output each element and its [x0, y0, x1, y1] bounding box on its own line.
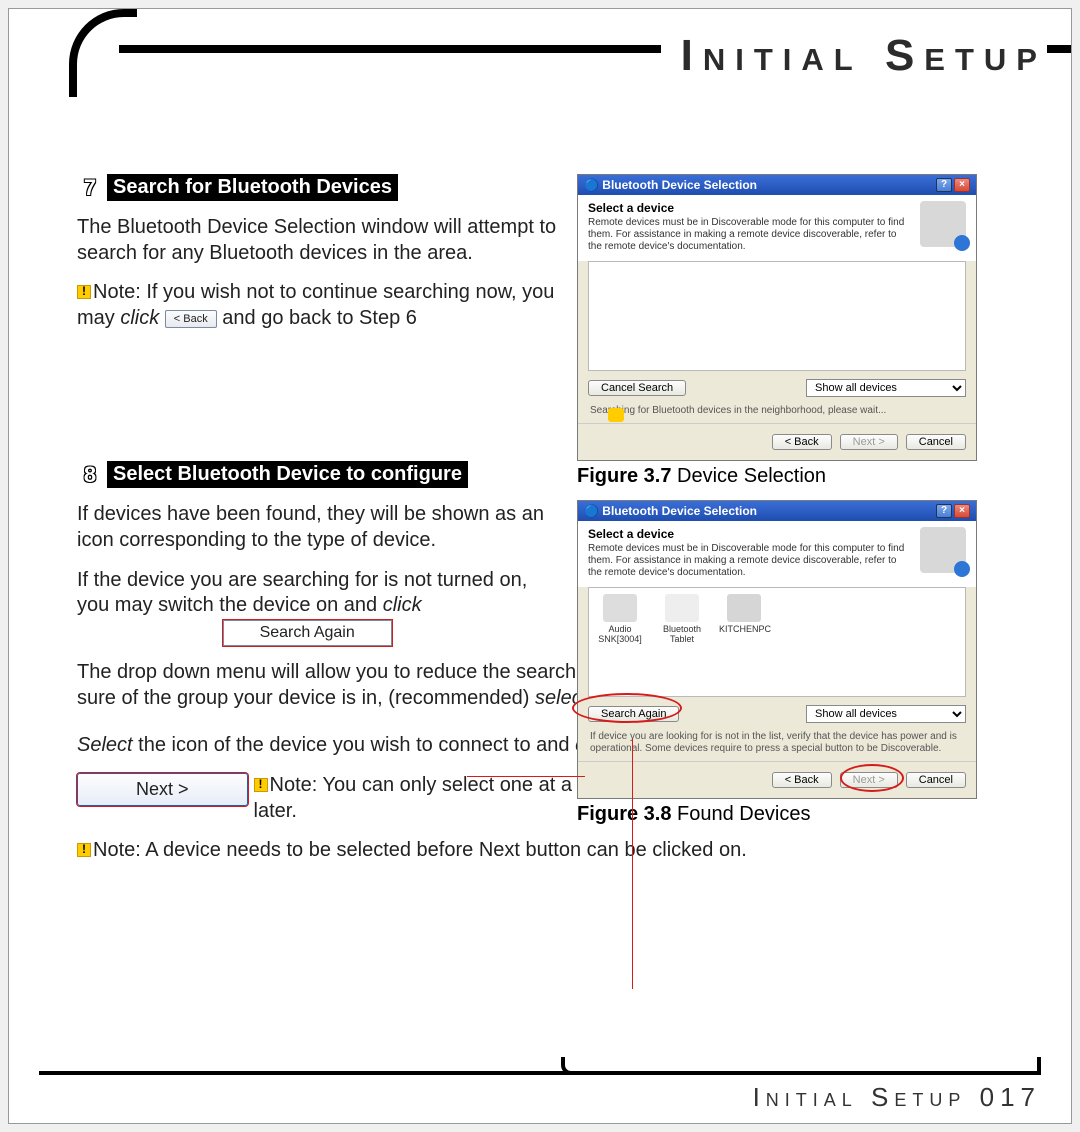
step-number-7: 7: [77, 175, 103, 201]
close-icon[interactable]: ×: [954, 504, 970, 518]
figure-3.8-caption: Figure 3.8 Found Devices: [577, 803, 977, 826]
next-button: Next >: [840, 772, 898, 788]
cancel-button[interactable]: Cancel: [906, 772, 966, 788]
device-audio-snk[interactable]: Audio SNK[3004]: [595, 594, 645, 690]
step7-click-em: click: [120, 307, 159, 329]
step8-para2: If the device you are searching for is n…: [77, 568, 557, 647]
figure-3.7-caption: Figure 3.7 Device Selection: [577, 465, 977, 488]
warning-icon: [77, 843, 91, 857]
step-title-8: Select Bluetooth Device to configure: [107, 461, 468, 488]
bluetooth-device-icon: [920, 201, 966, 247]
next-button: Next >: [840, 434, 898, 450]
dialog-device-selection-1: 🔵 Bluetooth Device Selection ? × Select …: [577, 174, 977, 461]
warning-icon: [254, 778, 268, 792]
back-button[interactable]: < Back: [772, 772, 832, 788]
back-button-inline[interactable]: < Back: [165, 310, 217, 328]
step8-select2-em: Select: [77, 734, 133, 756]
footer-page-label: Initial Setup 017: [753, 1082, 1041, 1113]
dialog2-title: 🔵 Bluetooth Device Selection: [584, 504, 757, 518]
help-icon[interactable]: ?: [936, 178, 952, 192]
step7-note-text-b: and go back to Step 6: [217, 307, 417, 329]
device-filter-select[interactable]: Show all devices: [806, 705, 966, 723]
help-icon[interactable]: ?: [936, 504, 952, 518]
bluetooth-device-icon: [920, 527, 966, 573]
laptop-icon: [727, 594, 761, 622]
dialog2-banner-title: Select a device: [588, 527, 910, 541]
dialog1-title: 🔵 Bluetooth Device Selection: [584, 178, 757, 192]
step7-para1: The Bluetooth Device Selection window wi…: [77, 215, 557, 266]
next-button-inline[interactable]: Next >: [77, 773, 248, 806]
page-title: Initial Setup: [661, 31, 1047, 81]
dialog2-device-list[interactable]: Audio SNK[3004] Bluetooth Tablet KITCHEN…: [588, 587, 966, 697]
cancel-search-button[interactable]: Cancel Search: [588, 380, 686, 396]
dialog-device-selection-2: 🔵 Bluetooth Device Selection ? × Select …: [577, 500, 977, 799]
step-number-8: 8: [77, 462, 103, 488]
step8-para2-a: If the device you are searching for is n…: [77, 569, 527, 617]
device-bt-tablet[interactable]: Bluetooth Tablet: [657, 594, 707, 690]
dialog1-banner-title: Select a device: [588, 201, 910, 215]
warning-icon: [77, 285, 91, 299]
mouse-icon: [665, 594, 699, 622]
device-kitchenpc[interactable]: KITCHENPC: [719, 594, 769, 690]
dialog1-status: Searching for Bluetooth devices in the n…: [578, 405, 976, 423]
step8-note3-text: Note: A device needs to be selected befo…: [93, 839, 747, 861]
back-button[interactable]: < Back: [772, 434, 832, 450]
headphones-icon: [603, 594, 637, 622]
step8-click-em: click: [383, 594, 422, 616]
step8-para4-b: the icon of the device you wish to conne…: [133, 734, 576, 756]
cursor-icon: [608, 408, 624, 422]
step8-para1: If devices have been found, they will be…: [77, 502, 557, 553]
dialog1-banner-text: Remote devices must be in Discoverable m…: [588, 217, 910, 253]
step8-note3: Note: A device needs to be selected befo…: [77, 838, 997, 864]
cancel-button[interactable]: Cancel: [906, 434, 966, 450]
search-again-button[interactable]: Search Again: [588, 706, 679, 722]
search-again-button-inline[interactable]: Search Again: [223, 620, 392, 646]
dialog2-status: If device you are looking for is not in …: [578, 731, 976, 761]
step7-note: Note: If you wish not to continue search…: [77, 280, 557, 331]
close-icon[interactable]: ×: [954, 178, 970, 192]
step-title-7: Search for Bluetooth Devices: [107, 174, 398, 201]
dialog2-banner-text: Remote devices must be in Discoverable m…: [588, 543, 910, 579]
dialog1-device-list[interactable]: [588, 261, 966, 371]
device-filter-select[interactable]: Show all devices: [806, 379, 966, 397]
